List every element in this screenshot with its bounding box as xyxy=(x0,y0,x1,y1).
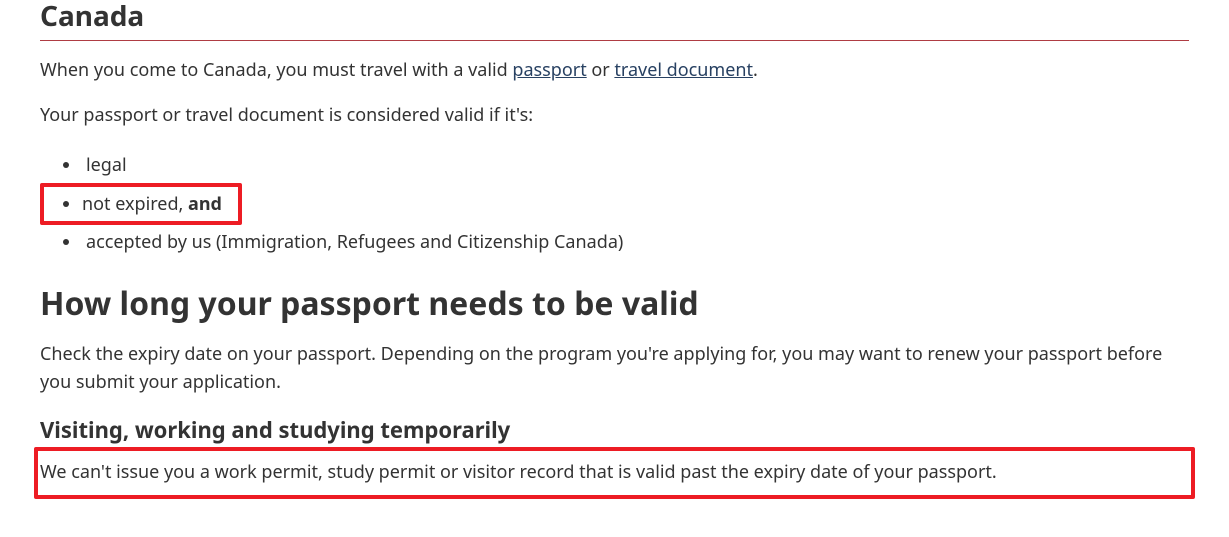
intro-text-mid: or xyxy=(587,58,615,82)
travel-document-link[interactable]: travel document xyxy=(614,58,753,82)
passport-link[interactable]: passport xyxy=(512,58,586,82)
intro-text-suffix: . xyxy=(753,58,758,82)
valid-if-paragraph: Your passport or travel document is cons… xyxy=(40,102,1189,130)
temporary-paragraph-highlighted: We can't issue you a work permit, study … xyxy=(34,447,1195,499)
list-item: legal xyxy=(82,148,1189,182)
list-item-text: accepted by us (Immigration, Refugees an… xyxy=(82,225,627,259)
validity-list: legal not expired, and accepted by us (I… xyxy=(64,148,1189,259)
list-item-bold: and xyxy=(188,192,222,216)
list-item: accepted by us (Immigration, Refugees an… xyxy=(82,225,1189,259)
title-divider xyxy=(40,40,1189,41)
temporary-heading: Visiting, working and studying temporari… xyxy=(40,415,1189,445)
how-long-heading: How long your passport needs to be valid xyxy=(40,285,1189,323)
page-title: Canada xyxy=(40,0,1189,34)
how-long-paragraph: Check the expiry date on your passport. … xyxy=(40,341,1189,397)
intro-paragraph: When you come to Canada, you must travel… xyxy=(40,57,1189,85)
list-item-text: legal xyxy=(82,148,131,182)
list-item-highlighted: not expired, and xyxy=(82,183,1189,225)
temporary-paragraph-text: We can't issue you a work permit, study … xyxy=(40,460,997,484)
list-item-text: not expired, xyxy=(82,192,188,216)
intro-text-prefix: When you come to Canada, you must travel… xyxy=(40,58,512,82)
highlight-box: not expired, and xyxy=(40,183,242,225)
